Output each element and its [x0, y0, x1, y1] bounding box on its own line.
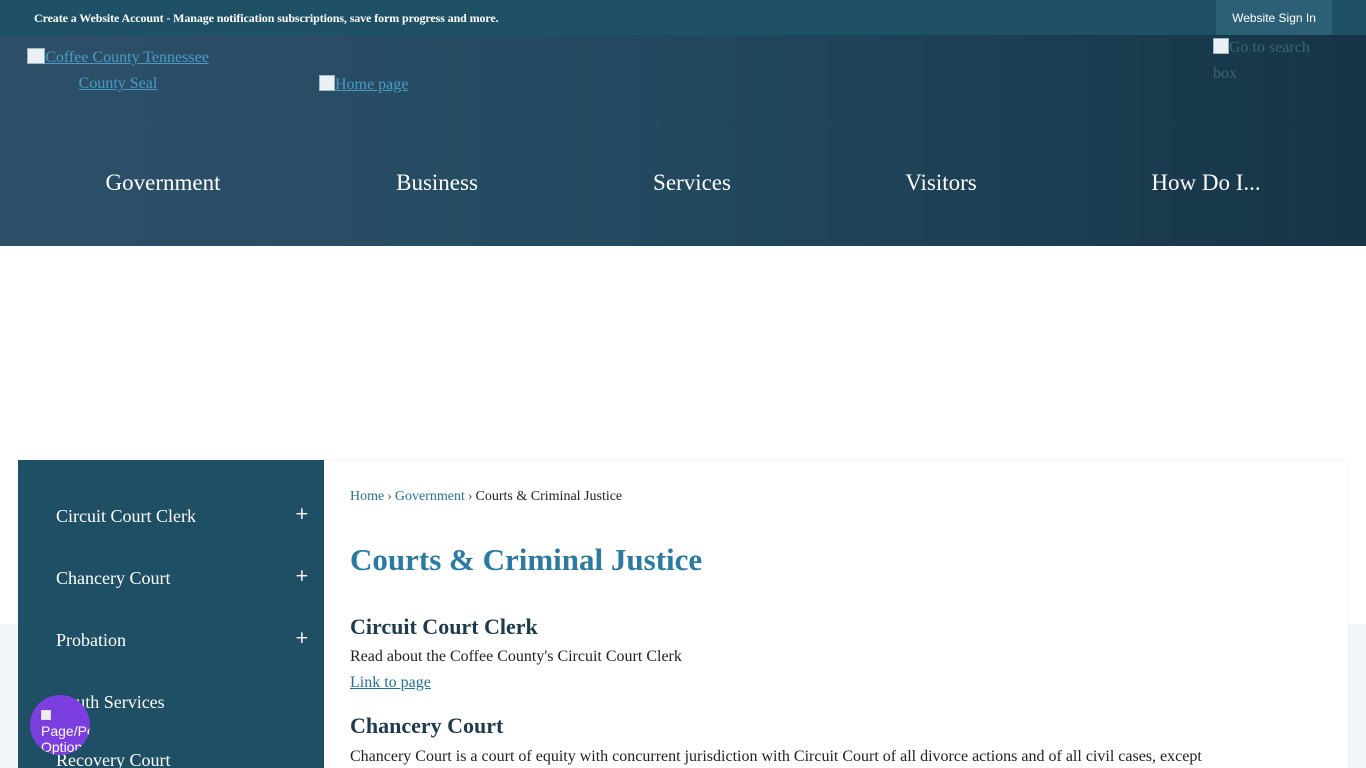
sidebar-item-label: Probation: [56, 630, 126, 650]
home-page-logo[interactable]: Home page: [319, 75, 408, 94]
broken-image-icon: [1213, 38, 1229, 54]
county-seal-logo[interactable]: Coffee County Tennessee County Seal: [18, 45, 218, 97]
sidebar-item-youth-services[interactable]: Youth Services: [56, 692, 318, 722]
broken-image-icon: [41, 710, 51, 720]
breadcrumb: Home › Government › Courts & Criminal Justic…: [350, 489, 622, 505]
breadcrumb-separator: ›: [467, 489, 473, 504]
account-bar-description: - Manage notification subscriptions, sav…: [163, 11, 499, 25]
nav-services[interactable]: Services: [653, 170, 731, 196]
section-link-to-page[interactable]: Link to page: [350, 674, 431, 692]
expand-plus-icon[interactable]: +: [295, 566, 309, 586]
nav-business[interactable]: Business: [396, 170, 478, 196]
sidebar-item-chancery-court[interactable]: Chancery Court +: [56, 566, 318, 598]
breadcrumb-separator: ›: [387, 489, 392, 504]
main-nav: Government Business Services Visitors Ho…: [0, 170, 1366, 200]
create-account-link[interactable]: Create a Website Account: [34, 11, 164, 25]
broken-image-icon: [319, 75, 335, 91]
sidebar-item-recovery-court[interactable]: Recovery Court: [56, 750, 318, 768]
section-heading-circuit-court-clerk: Circuit Court Clerk: [350, 614, 538, 639]
sidebar-item-label: Chancery Court: [56, 568, 171, 588]
breadcrumb-current: Courts & Criminal Justice: [475, 489, 623, 504]
section-description: Read about the Coffee County's Circuit C…: [350, 648, 682, 665]
nav-how-do-i[interactable]: How Do I...: [1151, 170, 1260, 196]
main-content: Home › Government › Courts & Criminal Justic…: [324, 460, 1348, 768]
nav-visitors[interactable]: Visitors: [905, 170, 976, 196]
search-toggle[interactable]: Go to search box: [1213, 35, 1333, 87]
website-sign-in-button[interactable]: Website Sign In: [1216, 0, 1332, 35]
county-seal-alt-text[interactable]: Coffee County Tennessee County Seal: [45, 49, 209, 92]
sidebar-item-label: Circuit Court Clerk: [56, 506, 196, 526]
sidebar-item-probation[interactable]: Probation +: [56, 628, 318, 660]
personalization-options-button[interactable]: Page/Personalization Options: [30, 695, 90, 755]
broken-image-icon: [27, 48, 46, 64]
section-description: Chancery Court is a court of equity with…: [350, 748, 1202, 765]
section-heading-chancery-court: Chancery Court: [350, 713, 504, 738]
expand-plus-icon[interactable]: +: [295, 628, 309, 648]
breadcrumb-home-link[interactable]: Home: [350, 489, 384, 504]
personalization-alt-text: Page/Personalization Options: [41, 707, 90, 755]
page-title: Courts & Criminal Justice: [350, 542, 703, 577]
account-bar-message[interactable]: Create a Website Account - Manage notifi…: [34, 11, 499, 26]
expand-plus-icon[interactable]: +: [295, 504, 309, 524]
nav-government[interactable]: Government: [106, 170, 221, 196]
breadcrumb-government-link[interactable]: Government: [395, 489, 465, 504]
sidebar-item-circuit-court-clerk[interactable]: Circuit Court Clerk +: [56, 504, 318, 536]
personalization-label: Page/Personalization Options: [41, 723, 90, 755]
account-bar: Create a Website Account - Manage notifi…: [0, 0, 1366, 35]
home-page-alt-text[interactable]: Home page: [335, 76, 408, 93]
site-header: Coffee County Tennessee County Seal Home…: [0, 35, 1366, 246]
